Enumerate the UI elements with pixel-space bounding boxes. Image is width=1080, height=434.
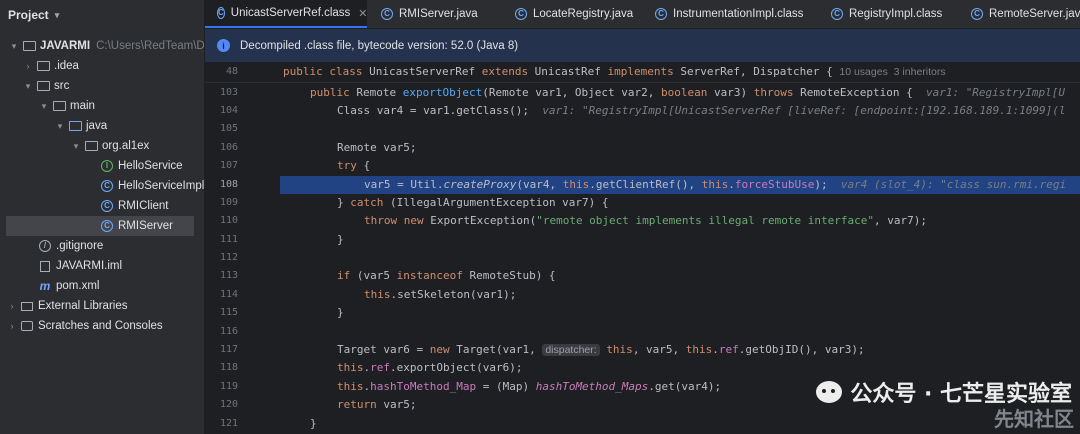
- code-line: }: [337, 306, 344, 319]
- debug-hint: var4 (slot_4): "class sun.rmi.regi: [840, 178, 1067, 191]
- tab-rmiserver[interactable]: C RMIServer.java: [367, 0, 515, 28]
- class-icon: C: [655, 8, 667, 20]
- code-line: if (var5 instanceof RemoteStub) {: [337, 269, 556, 282]
- interface-icon: I: [100, 159, 114, 173]
- folder-icon: [52, 99, 66, 113]
- folder-icon: [22, 39, 36, 53]
- tab-unicastserverref[interactable]: C UnicastServerRef.class ✕: [205, 0, 368, 28]
- tree-item-package[interactable]: ▾ org.al1ex: [70, 136, 150, 156]
- code-line: }: [337, 233, 344, 246]
- source-folder-icon: [68, 119, 82, 133]
- class-icon: C: [100, 199, 114, 213]
- class-icon: C: [515, 8, 527, 20]
- gitignore-icon: /: [38, 239, 52, 253]
- tree-item-root[interactable]: ▾ JAVARMI C:\Users\RedTeam\Des: [8, 36, 217, 56]
- code-line: throw new ExportException("remote object…: [364, 214, 927, 227]
- code-line: }: [310, 417, 317, 430]
- chevron-down-icon[interactable]: ▾: [22, 81, 34, 92]
- code-line: return var5;: [337, 398, 417, 411]
- code-line: public Remote exportObject(Remote var1, …: [310, 86, 1066, 99]
- tree-item-gitignore[interactable]: / .gitignore: [36, 236, 103, 256]
- chevron-right-icon[interactable]: ›: [6, 301, 18, 311]
- code-line: var5 = Util.createProxy(var4, this.getCl…: [364, 178, 1067, 191]
- chevron-right-icon[interactable]: ›: [6, 321, 18, 331]
- project-panel-header[interactable]: Project ▾: [0, 0, 204, 30]
- code-line: Remote var5;: [337, 141, 417, 154]
- tree-item-main[interactable]: ▾ main: [38, 96, 95, 116]
- tree-item-src[interactable]: ▾ src: [22, 76, 70, 96]
- tree-item-helloservice[interactable]: I HelloService: [98, 156, 183, 176]
- usages-hint[interactable]: 10 usages: [839, 66, 887, 78]
- chevron-down-icon[interactable]: ▾: [54, 121, 66, 132]
- debug-hint: var1: "RegistryImpl[U: [925, 86, 1066, 99]
- line-number: 48: [225, 66, 238, 77]
- chevron-down-icon[interactable]: ▾: [8, 41, 20, 52]
- chevron-down-icon[interactable]: ▾: [38, 101, 50, 112]
- code-line: this.hashToMethod_Map = (Map) hashToMeth…: [337, 380, 722, 393]
- code-line: Target var6 = new Target(var1, dispatche…: [337, 343, 865, 356]
- folder-icon: [36, 79, 50, 93]
- tab-locateregistry[interactable]: C LocateRegistry.java: [501, 0, 655, 28]
- class-icon: C: [100, 179, 114, 193]
- class-icon: C: [217, 7, 225, 19]
- debug-hint: var1: "RegistryImpl[UnicastServerRef [li…: [542, 104, 1066, 117]
- tree-item-idea[interactable]: › .idea: [22, 56, 79, 76]
- tab-instrumentationimpl[interactable]: C InstrumentationImpl.class: [641, 0, 825, 28]
- editor-tab-bar: C UnicastServerRef.class ✕ C RMIServer.j…: [205, 0, 1080, 29]
- watermark-secondary: 先知社区: [994, 407, 1074, 431]
- code-line: Class var4 = var1.getClass(); var1: "Reg…: [337, 104, 1066, 117]
- tree-item-rmiclient[interactable]: C RMIClient: [98, 196, 168, 216]
- class-icon: C: [971, 8, 983, 20]
- info-icon: i: [217, 39, 230, 52]
- module-file-icon: [38, 259, 52, 273]
- project-panel: Project ▾ ▾ JAVARMI C:\Users\RedTeam\Des…: [0, 0, 217, 434]
- chevron-right-icon[interactable]: ›: [22, 61, 34, 71]
- tree-item-iml[interactable]: JAVARMI.iml: [36, 256, 122, 276]
- tab-registryimpl[interactable]: C RegistryImpl.class: [811, 0, 971, 28]
- tree-item-pom[interactable]: m pom.xml: [36, 276, 100, 296]
- tree-item-helloserviceimpl[interactable]: C HelloServiceImpl: [98, 176, 204, 196]
- wechat-icon: [816, 381, 843, 403]
- package-icon: [84, 139, 98, 153]
- class-icon: C: [100, 219, 114, 233]
- code-line: try {: [337, 159, 371, 172]
- tree-item-rmiserver[interactable]: C RMIServer: [6, 216, 194, 236]
- class-icon: C: [831, 8, 843, 20]
- chevron-down-icon[interactable]: ▾: [55, 10, 60, 21]
- tab-remoteserver[interactable]: C RemoteServer.java: [951, 0, 1080, 28]
- tree-item-external-libraries[interactable]: › External Libraries: [6, 296, 128, 316]
- tree-item-scratches[interactable]: › Scratches and Consoles: [6, 316, 163, 336]
- maven-icon: m: [39, 279, 51, 293]
- sticky-header[interactable]: 48 public class UnicastServerRef extends…: [205, 62, 1080, 83]
- class-icon: C: [381, 8, 393, 20]
- code-line: } catch (IllegalArgumentException var7) …: [337, 196, 609, 209]
- project-title: Project: [8, 8, 49, 22]
- decompiled-banner: i Decompiled .class file, bytecode versi…: [205, 29, 1080, 62]
- tree-item-java[interactable]: ▾ java: [54, 116, 107, 136]
- parameter-hint: dispatcher:: [542, 344, 600, 356]
- chevron-down-icon[interactable]: ▾: [70, 141, 82, 152]
- scratches-icon: [20, 319, 34, 333]
- inheritors-hint[interactable]: 3 inheritors: [894, 66, 946, 78]
- libraries-icon: [20, 299, 34, 313]
- folder-icon: [36, 59, 50, 73]
- code-line: this.setSkeleton(var1);: [364, 288, 517, 301]
- code-line: this.ref.exportObject(var6);: [337, 361, 523, 374]
